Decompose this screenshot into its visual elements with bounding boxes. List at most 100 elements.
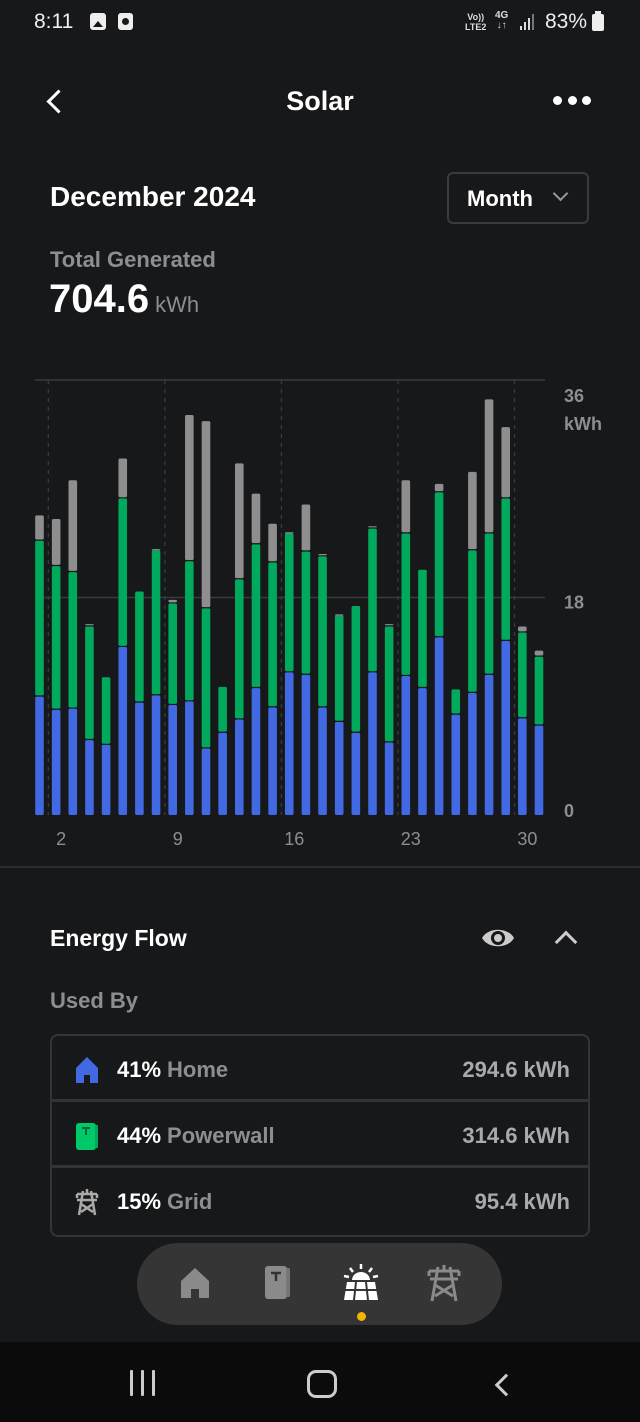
grid-tower-icon	[427, 1265, 461, 1302]
page-title: Solar	[286, 86, 354, 116]
bar-segment-home	[118, 647, 128, 815]
app-header: Solar	[0, 72, 640, 132]
flow-name: Powerwall	[167, 1123, 275, 1148]
y-tick-label: 18	[564, 593, 584, 613]
bar-segment-powerwall	[468, 550, 477, 692]
bar-segment-home	[251, 688, 261, 815]
bar-day-26	[451, 689, 461, 815]
flow-row-grid[interactable]: 15% Grid 95.4 kWh	[52, 1168, 588, 1234]
bar-segment-powerwall	[101, 677, 111, 744]
gallery-icon	[90, 13, 106, 30]
range-select[interactable]: Month	[447, 172, 589, 224]
bar-day-2	[51, 518, 61, 815]
bar-segment-powerwall	[384, 626, 394, 742]
bar-segment-grid	[434, 483, 444, 492]
bar-segment-powerwall	[518, 632, 527, 718]
bar-day-5	[101, 677, 111, 815]
bar-day-14	[251, 493, 261, 815]
energy-flow-list: 41% Home 294.6 kWh 44% Powerwall 314.6 kWh…	[50, 1034, 590, 1237]
bar-day-31	[534, 650, 544, 815]
bar-segment-grid	[251, 493, 261, 544]
visibility-toggle-button[interactable]	[480, 925, 516, 951]
x-tick-label: 30	[517, 829, 537, 849]
total-value-unit: kWh	[155, 292, 200, 317]
nav-powerwall[interactable]	[258, 1263, 298, 1303]
bar-day-7	[135, 591, 144, 815]
bar-segment-home	[135, 702, 144, 815]
bar-segment-powerwall	[201, 608, 211, 748]
y-tick-label: 0	[564, 801, 574, 821]
bar-segment-grid	[118, 458, 128, 498]
period-label: December 2024	[50, 181, 256, 212]
flow-row-home[interactable]: 41% Home 294.6 kWh	[52, 1036, 588, 1102]
bar-day-6	[118, 458, 128, 815]
solar-generation-chart[interactable]: 0 18 36 kWh 2 9 16 23 30	[0, 370, 640, 860]
energy-flow-title: Energy Flow	[50, 925, 187, 951]
home-icon	[76, 1057, 98, 1083]
bar-segment-grid	[534, 650, 544, 656]
section-divider	[0, 866, 640, 868]
system-nav-bar	[0, 1342, 640, 1422]
bar-day-1	[35, 515, 44, 815]
nav-grid[interactable]	[424, 1263, 464, 1303]
bar-segment-grid	[68, 480, 78, 571]
bottom-nav	[137, 1243, 502, 1325]
powerwall-icon	[76, 1123, 98, 1150]
bar-segment-home	[68, 708, 78, 815]
bar-segment-home	[401, 676, 411, 815]
bar-day-16	[284, 532, 294, 815]
collapse-button[interactable]	[550, 926, 582, 950]
bar-segment-powerwall	[185, 561, 194, 701]
battery-percent: 83%	[545, 10, 588, 33]
bar-segment-powerwall	[484, 533, 494, 674]
recents-button[interactable]	[130, 1370, 156, 1396]
more-options-button[interactable]	[553, 96, 591, 108]
total-generated-label: Total Generated	[50, 247, 216, 272]
bar-segment-powerwall	[118, 498, 128, 646]
system-home-button[interactable]	[307, 1370, 337, 1398]
recents-icon	[141, 1370, 144, 1396]
bar-segment-home	[51, 709, 61, 815]
bar-segment-grid	[168, 599, 177, 603]
active-tab-indicator	[357, 1312, 366, 1321]
bar-segment-home	[185, 701, 194, 815]
bar-segment-powerwall	[35, 540, 44, 696]
bar-day-11	[201, 421, 211, 815]
bar-segment-grid	[518, 626, 527, 632]
x-tick-label: 9	[173, 829, 183, 849]
bar-day-13	[235, 463, 244, 815]
bar-segment-powerwall	[401, 533, 411, 675]
bar-segment-grid	[185, 415, 194, 561]
bar-segment-home	[235, 719, 244, 815]
bar-segment-grid	[484, 399, 494, 533]
system-back-button[interactable]	[490, 1372, 512, 1398]
bar-day-3	[68, 480, 78, 815]
bar-segment-grid	[284, 532, 294, 534]
bar-day-25	[434, 483, 444, 815]
chart-bars	[35, 399, 544, 815]
bar-segment-powerwall	[351, 605, 361, 732]
chevron-down-icon	[552, 185, 569, 202]
signal-icon	[520, 14, 536, 30]
status-bar: 8:11 Vo)) LTE2 4G ↓↑ 83%	[0, 0, 640, 46]
bar-segment-home	[518, 718, 527, 815]
bar-segment-powerwall	[168, 603, 177, 704]
bar-segment-home	[418, 688, 427, 815]
more-dot-icon	[567, 96, 577, 105]
total-generated-value: 704.6 kWh	[49, 277, 199, 322]
bar-segment-grid	[401, 480, 411, 533]
more-dot-icon	[582, 96, 591, 105]
bar-segment-powerwall	[251, 544, 261, 687]
nav-home[interactable]	[175, 1263, 215, 1303]
bar-segment-home	[384, 742, 394, 815]
bar-segment-powerwall	[268, 562, 277, 707]
nav-solar[interactable]	[341, 1263, 381, 1303]
bar-segment-grid	[501, 427, 510, 498]
home-icon	[181, 1268, 209, 1298]
flow-row-powerwall[interactable]: 44% Powerwall 314.6 kWh	[52, 1102, 588, 1168]
bar-segment-grid	[51, 518, 61, 565]
bar-day-20	[351, 605, 361, 815]
bar-segment-powerwall	[434, 492, 444, 637]
bar-segment-home	[85, 740, 94, 815]
bar-segment-home	[268, 707, 277, 815]
